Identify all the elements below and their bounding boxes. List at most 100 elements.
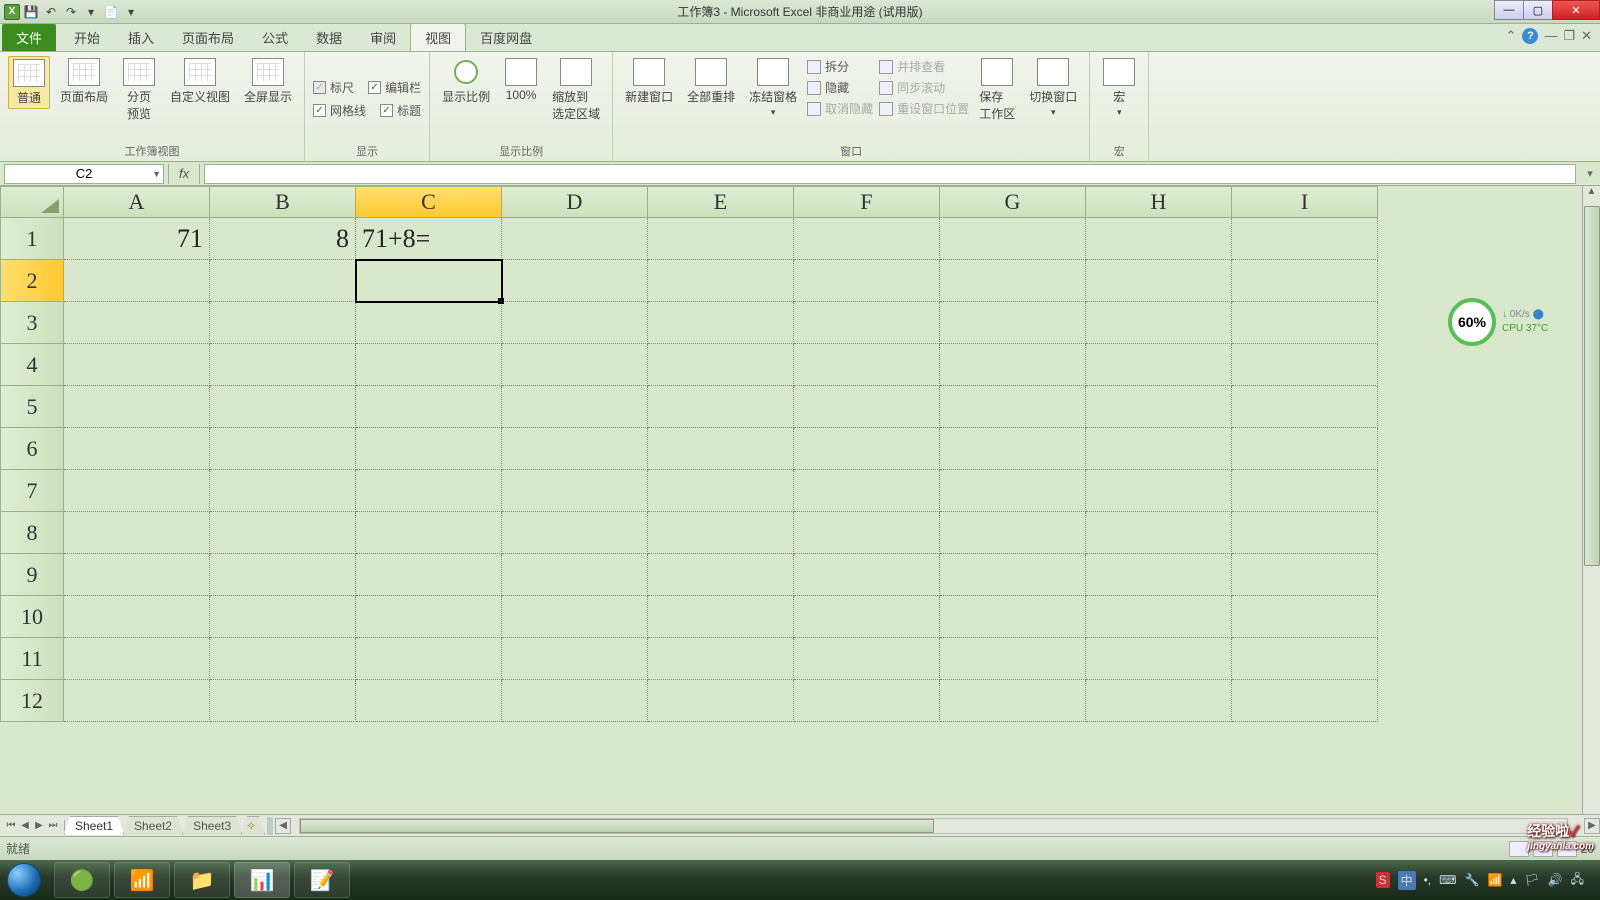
- page-break-button[interactable]: 分页 预览: [118, 56, 160, 124]
- cell-I3[interactable]: [1232, 302, 1378, 344]
- cell-G2[interactable]: [940, 260, 1086, 302]
- cell-H12[interactable]: [1086, 680, 1232, 722]
- cell-B8[interactable]: [210, 512, 356, 554]
- qat-dd-icon[interactable]: ▾: [122, 3, 140, 21]
- cell-F8[interactable]: [794, 512, 940, 554]
- cell-F4[interactable]: [794, 344, 940, 386]
- zoom-100-button[interactable]: 100%: [500, 56, 542, 104]
- row-header-4[interactable]: 4: [0, 344, 64, 386]
- cell-E6[interactable]: [648, 428, 794, 470]
- freeze-panes-button[interactable]: 冻结窗格▾: [745, 56, 801, 120]
- cell-C5[interactable]: [356, 386, 502, 428]
- cell-I10[interactable]: [1232, 596, 1378, 638]
- tab-view[interactable]: 视图: [410, 23, 466, 51]
- gridlines-checkbox[interactable]: ✓: [313, 104, 326, 117]
- cell-E9[interactable]: [648, 554, 794, 596]
- cell-I5[interactable]: [1232, 386, 1378, 428]
- taskbar-word[interactable]: 📝: [294, 862, 350, 898]
- vertical-scrollbar[interactable]: ▲: [1582, 186, 1600, 814]
- cell-A11[interactable]: [64, 638, 210, 680]
- cell-D8[interactable]: [502, 512, 648, 554]
- cell-I12[interactable]: [1232, 680, 1378, 722]
- cell-E8[interactable]: [648, 512, 794, 554]
- cell-A5[interactable]: [64, 386, 210, 428]
- macros-button[interactable]: 宏▾: [1098, 56, 1140, 120]
- cell-D10[interactable]: [502, 596, 648, 638]
- fx-button[interactable]: fx: [168, 164, 200, 184]
- cell-C12[interactable]: [356, 680, 502, 722]
- cell-F10[interactable]: [794, 596, 940, 638]
- start-button[interactable]: [4, 860, 44, 900]
- cell-F5[interactable]: [794, 386, 940, 428]
- cell-H8[interactable]: [1086, 512, 1232, 554]
- view-normal-icon[interactable]: [1509, 841, 1529, 857]
- tray-wifi-icon[interactable]: 📶: [1487, 873, 1502, 887]
- row-header-12[interactable]: 12: [0, 680, 64, 722]
- cell-G8[interactable]: [940, 512, 1086, 554]
- cell-B1[interactable]: 8: [210, 218, 356, 260]
- cell-C10[interactable]: [356, 596, 502, 638]
- cell-A9[interactable]: [64, 554, 210, 596]
- row-header-9[interactable]: 9: [0, 554, 64, 596]
- cell-H4[interactable]: [1086, 344, 1232, 386]
- help-icon[interactable]: ?: [1522, 28, 1538, 44]
- switch-windows-button[interactable]: 切换窗口▾: [1025, 56, 1081, 120]
- qat-undo-icon[interactable]: ↶: [42, 3, 60, 21]
- formula-expand-icon[interactable]: ▾: [1580, 167, 1600, 180]
- cell-I9[interactable]: [1232, 554, 1378, 596]
- cell-E4[interactable]: [648, 344, 794, 386]
- zoom-button[interactable]: 显示比例: [438, 56, 494, 107]
- row-header-7[interactable]: 7: [0, 470, 64, 512]
- cell-G11[interactable]: [940, 638, 1086, 680]
- maximize-button[interactable]: ▢: [1523, 0, 1553, 20]
- cell-G9[interactable]: [940, 554, 1086, 596]
- system-monitor-widget[interactable]: 60% ↓ 0K/s ⬤ CPU 37°C: [1448, 296, 1588, 348]
- formula-input[interactable]: [204, 164, 1576, 184]
- cell-G4[interactable]: [940, 344, 1086, 386]
- cell-F12[interactable]: [794, 680, 940, 722]
- ribbon-minimize-icon[interactable]: ⌃: [1506, 28, 1517, 44]
- cell-G7[interactable]: [940, 470, 1086, 512]
- horizontal-scrollbar[interactable]: [299, 818, 1568, 834]
- cell-H1[interactable]: [1086, 218, 1232, 260]
- cell-C2[interactable]: [356, 260, 502, 302]
- sheet-tab-2[interactable]: Sheet2: [123, 816, 183, 835]
- taskbar-explorer[interactable]: 📁: [174, 862, 230, 898]
- doc-minimize-icon[interactable]: —: [1544, 28, 1557, 44]
- row-header-8[interactable]: 8: [0, 512, 64, 554]
- tab-pagelayout[interactable]: 页面布局: [168, 24, 248, 51]
- cell-C1[interactable]: 71+8=: [356, 218, 502, 260]
- cell-B12[interactable]: [210, 680, 356, 722]
- tab-splitter[interactable]: [267, 817, 273, 835]
- custom-view-button[interactable]: 自定义视图: [166, 56, 234, 107]
- tab-data[interactable]: 数据: [302, 24, 356, 51]
- cell-D4[interactable]: [502, 344, 648, 386]
- hide-button[interactable]: 隐藏: [807, 79, 873, 96]
- cell-C8[interactable]: [356, 512, 502, 554]
- taskbar-excel[interactable]: 📊: [234, 862, 290, 898]
- tab-nav-next-icon[interactable]: ▶: [32, 820, 46, 831]
- cell-D1[interactable]: [502, 218, 648, 260]
- cell-I11[interactable]: [1232, 638, 1378, 680]
- new-sheet-button[interactable]: ✧: [241, 816, 265, 835]
- zoom-selection-button[interactable]: 缩放到 选定区域: [548, 56, 604, 124]
- row-header-1[interactable]: 1: [0, 218, 64, 260]
- cell-H2[interactable]: [1086, 260, 1232, 302]
- tab-nav-prev-icon[interactable]: ◀: [18, 820, 32, 831]
- cell-G10[interactable]: [940, 596, 1086, 638]
- close-button[interactable]: ✕: [1552, 0, 1600, 20]
- column-header-D[interactable]: D: [502, 186, 648, 218]
- cell-H9[interactable]: [1086, 554, 1232, 596]
- tab-formulas[interactable]: 公式: [248, 24, 302, 51]
- cell-D9[interactable]: [502, 554, 648, 596]
- doc-close-icon[interactable]: ✕: [1581, 28, 1592, 44]
- hscroll-thumb[interactable]: [300, 819, 933, 833]
- cell-B4[interactable]: [210, 344, 356, 386]
- tray-settings-icon[interactable]: 🔧: [1464, 873, 1479, 887]
- cell-A4[interactable]: [64, 344, 210, 386]
- cell-D6[interactable]: [502, 428, 648, 470]
- cell-D3[interactable]: [502, 302, 648, 344]
- cell-H10[interactable]: [1086, 596, 1232, 638]
- sheet-tab-1[interactable]: Sheet1: [64, 816, 124, 835]
- headings-checkbox[interactable]: ✓: [380, 104, 393, 117]
